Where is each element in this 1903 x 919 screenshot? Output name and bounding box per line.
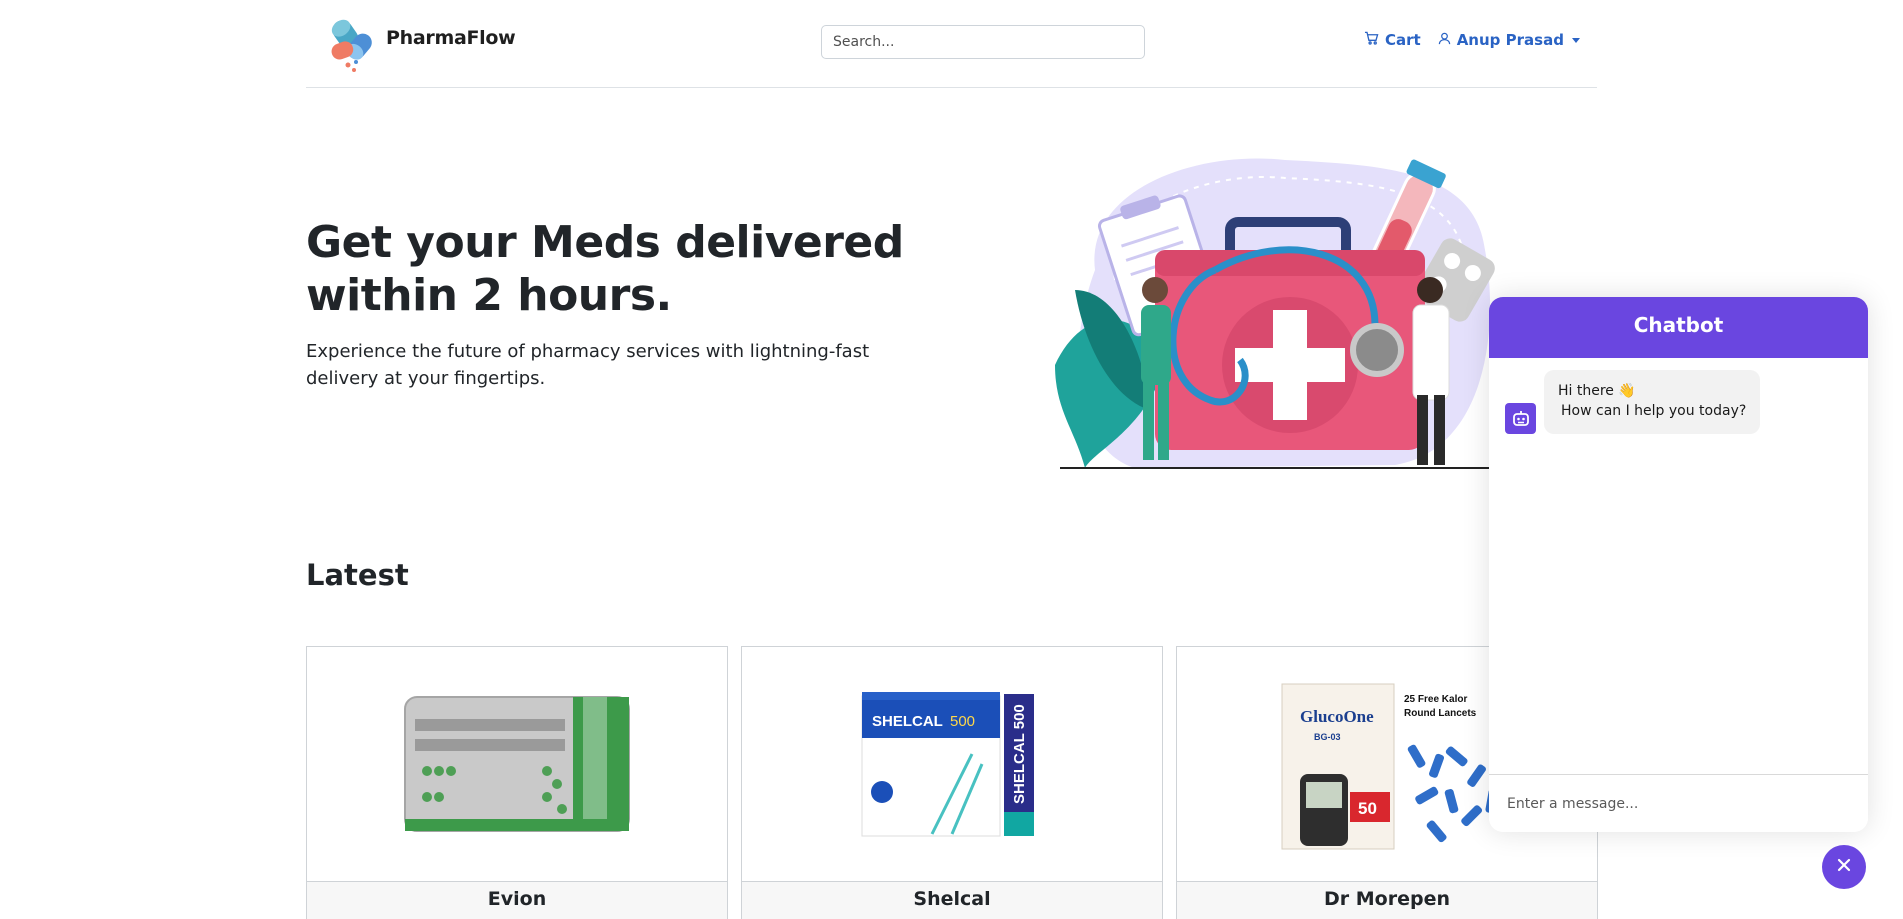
product-name: Evion — [307, 881, 727, 919]
svg-text:Round Lancets: Round Lancets — [1404, 708, 1477, 719]
chat-bubble: Hi there 👋 How can I help you today? — [1544, 370, 1761, 434]
cart-label: Cart — [1385, 31, 1421, 49]
user-name: Anup Prasad — [1456, 31, 1564, 49]
top-navbar: PharmaFlow Cart Anup Prasad — [306, 0, 1597, 88]
svg-text:SHELCAL 500: SHELCAL 500 — [1011, 704, 1028, 804]
product-card-shelcal[interactable]: SHELCAL 500 SHELCAL 500 Shelcal — [741, 646, 1163, 919]
user-icon — [1438, 31, 1451, 49]
chat-message-incoming: Hi there 👋 How can I help you today? — [1505, 370, 1761, 434]
evion-blister-pack — [307, 647, 727, 881]
cart-icon — [1364, 31, 1379, 49]
close-icon — [1836, 857, 1852, 877]
hero-subtitle: Experience the future of pharmacy servic… — [306, 341, 870, 389]
product-name: Dr Morepen — [1177, 881, 1597, 919]
svg-text:50: 50 — [1358, 799, 1377, 818]
robot-icon — [1505, 403, 1536, 434]
chat-greeting-line2: How can I help you today? — [1561, 403, 1747, 419]
chat-greeting-line1: Hi there 👋 — [1558, 383, 1636, 399]
chat-message-input[interactable] — [1489, 774, 1868, 832]
svg-text:500: 500 — [950, 713, 975, 730]
svg-text:SHELCAL: SHELCAL — [872, 713, 943, 730]
latest-heading: Latest — [306, 558, 409, 592]
chatbot-panel: Chatbot Hi there 👋 How can I help you to… — [1489, 297, 1868, 832]
chatbot-title: Chatbot — [1489, 297, 1868, 358]
nav-links: Cart Anup Prasad — [1364, 31, 1580, 49]
chevron-down-icon — [1571, 37, 1580, 43]
user-menu-toggle[interactable]: Anup Prasad — [1438, 31, 1580, 49]
capsule-logo-icon — [326, 12, 380, 74]
cart-link[interactable]: Cart — [1364, 31, 1421, 49]
product-card-evion[interactable]: Evion — [306, 646, 728, 919]
svg-text:25 Free Kalor: 25 Free Kalor — [1404, 694, 1467, 705]
hero-title: Get your Meds delivered within 2 hours. — [306, 217, 904, 321]
medical-kit-illustration — [1055, 150, 1505, 475]
shelcal-500-box: SHELCAL 500 SHELCAL 500 — [742, 647, 1162, 881]
brand-name: PharmaFlow — [386, 27, 516, 49]
chatbot-close-button[interactable] — [1822, 845, 1866, 889]
svg-text:BG-03: BG-03 — [1314, 732, 1341, 742]
brand[interactable]: PharmaFlow — [326, 12, 516, 74]
search-input[interactable] — [821, 25, 1145, 59]
svg-text:GlucoOne: GlucoOne — [1300, 707, 1374, 726]
product-name: Shelcal — [742, 881, 1162, 919]
